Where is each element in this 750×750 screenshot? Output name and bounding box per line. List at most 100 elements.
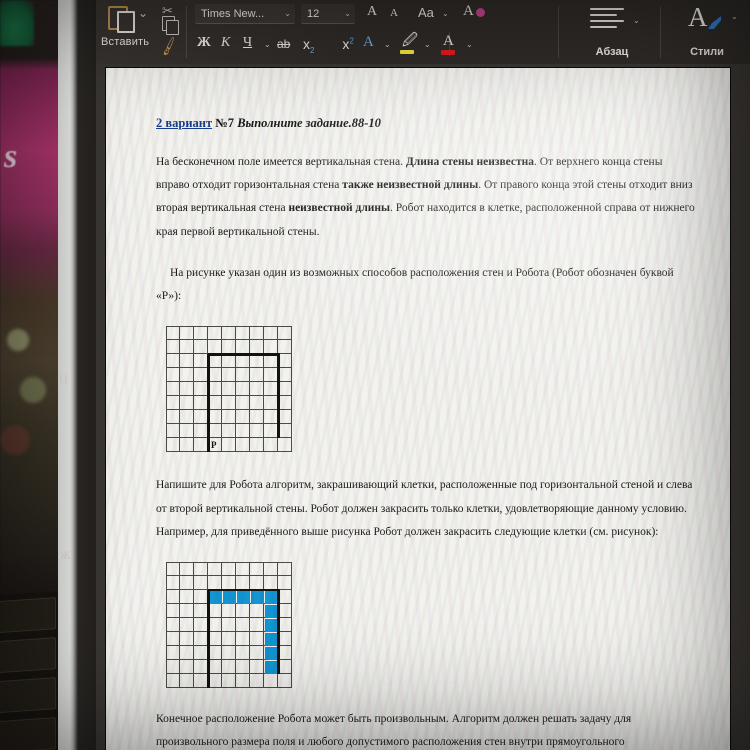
grid-cell	[166, 603, 180, 618]
robot-marker: Р	[211, 440, 217, 451]
strikethrough-button[interactable]: ab	[277, 38, 290, 50]
figure-robot-field-walls: Р	[166, 326, 292, 453]
ribbon-divider	[660, 6, 661, 58]
chevron-down-icon[interactable]: ⌄	[633, 16, 640, 25]
grid-cell	[194, 603, 208, 618]
keyboard-key	[0, 717, 56, 750]
grid-cell	[222, 659, 236, 674]
copy-icon[interactable]	[162, 16, 179, 35]
paragraph-group[interactable]: ⌄ Абзац	[564, 0, 660, 64]
grid-cell	[208, 382, 222, 397]
photographed-screen-scene: s М Д Ц Ж I ⌄ Вставить ✂	[0, 0, 750, 750]
wall-vertical	[277, 589, 280, 674]
underline-button[interactable]: Ч	[243, 36, 252, 50]
font-size-combobox[interactable]: 12 ⌄	[301, 4, 355, 24]
grid-cell	[250, 340, 264, 355]
grid-cell	[236, 368, 250, 383]
highlight-button[interactable]: 🖉	[402, 34, 418, 49]
grid-cell	[180, 645, 194, 660]
paste-button-label[interactable]: Вставить	[101, 36, 149, 48]
grid-cell	[236, 326, 250, 341]
grid-cell	[278, 659, 292, 674]
italic-button[interactable]: К	[221, 36, 230, 50]
paragraph-align-icon[interactable]	[590, 8, 624, 30]
font-family-combobox[interactable]: Times New... ⌄	[195, 4, 295, 24]
paste-icon[interactable]	[108, 4, 135, 33]
grid-cell	[194, 589, 208, 604]
font-color-button[interactable]: A	[443, 34, 454, 49]
grid-cell	[250, 424, 264, 439]
clear-formatting-eraser-icon	[476, 8, 485, 17]
grid-cell	[222, 631, 236, 646]
text-run-bold: неизвестной длины	[288, 202, 391, 215]
grid-cell	[278, 631, 292, 646]
grid-cell	[236, 354, 250, 369]
superscript-index: 2	[349, 36, 354, 46]
text-effects-button[interactable]: A	[363, 35, 374, 50]
text-run-bold: Длина стены неизвестна	[405, 156, 535, 168]
clipboard-group: ⌄ Вставить ✂ 🖌	[96, 0, 186, 64]
grid-cell	[180, 575, 194, 590]
grid-cell	[278, 438, 292, 453]
paragraph-figure-intro: На рисунке указан один из возможных спос…	[156, 262, 696, 308]
grid-cell	[236, 410, 250, 425]
grid-cell	[250, 575, 264, 590]
styles-icon[interactable]: A	[688, 4, 708, 31]
grid-cell	[264, 575, 278, 590]
document-canvas[interactable]: 2 вариант №7 Выполните задание.88-10 На …	[96, 64, 750, 750]
grid-cell	[180, 603, 194, 618]
grid-cell	[180, 561, 194, 576]
grid-cell	[264, 396, 278, 411]
format-painter-icon[interactable]: 🖌	[158, 35, 181, 57]
monitor-screen: ⌄ Вставить ✂ 🖌 Times New... ⌄ 12 ⌄ A A A…	[96, 0, 750, 750]
document-page[interactable]: 2 вариант №7 Выполните задание.88-10 На …	[106, 68, 730, 750]
grid-cell	[278, 589, 292, 604]
grid-cell	[180, 410, 194, 425]
chevron-down-icon[interactable]: ⌄	[442, 9, 449, 18]
chevron-down-icon[interactable]: ⌄	[731, 12, 738, 21]
subscript-button[interactable]: x2	[303, 36, 318, 54]
grid-cell	[222, 575, 236, 590]
grid-cell	[222, 424, 236, 439]
shrink-font-button[interactable]: A	[390, 8, 398, 19]
background-poster-letter: s	[4, 138, 18, 175]
styles-group-label: Стили	[690, 46, 724, 58]
grow-font-button[interactable]: A	[367, 5, 377, 19]
grid-cell	[194, 673, 208, 688]
grid-cell	[208, 631, 222, 646]
paragraph-task-instructions: Напишите для Робота алгоритм, закрашиваю…	[156, 474, 696, 544]
grid-cell	[208, 368, 222, 383]
grid-cell	[222, 603, 236, 618]
grid-cell	[250, 659, 264, 674]
laptop-keyboard	[0, 590, 58, 750]
grid-cell	[194, 354, 208, 369]
chevron-down-icon[interactable]: ⌄	[264, 40, 271, 49]
superscript-button[interactable]: x2	[342, 36, 353, 52]
grid-cell	[250, 410, 264, 425]
background-green-object	[0, 0, 34, 46]
change-case-button[interactable]: Aa	[418, 6, 434, 19]
clear-formatting-button[interactable]: A	[463, 4, 474, 19]
grid-cell	[194, 631, 208, 646]
paste-dropdown-caret-icon[interactable]: ⌄	[138, 6, 148, 20]
grid-cell	[278, 561, 292, 576]
grid-cell	[208, 410, 222, 425]
grid-cell	[208, 326, 222, 341]
grid-cell	[166, 354, 180, 369]
grid-cell	[250, 645, 264, 660]
font-color-swatch[interactable]	[441, 50, 455, 55]
grid-cell	[180, 382, 194, 397]
painted-cell	[209, 590, 222, 604]
highlight-color-swatch[interactable]	[400, 50, 414, 54]
bold-button[interactable]: Ж	[197, 36, 211, 50]
grid-cell	[264, 424, 278, 439]
heading-task: Выполните задание.88-10	[237, 116, 381, 130]
grid-cell	[194, 617, 208, 632]
chevron-down-icon[interactable]: ⌄	[424, 40, 431, 49]
styles-group[interactable]: A ⌄ Стили	[664, 0, 750, 64]
chevron-down-icon[interactable]: ⌄	[466, 40, 473, 49]
chevron-down-icon[interactable]: ⌄	[384, 40, 391, 49]
wall-vertical	[207, 589, 210, 688]
grid-cell	[278, 368, 292, 383]
grid-cell	[208, 617, 222, 632]
